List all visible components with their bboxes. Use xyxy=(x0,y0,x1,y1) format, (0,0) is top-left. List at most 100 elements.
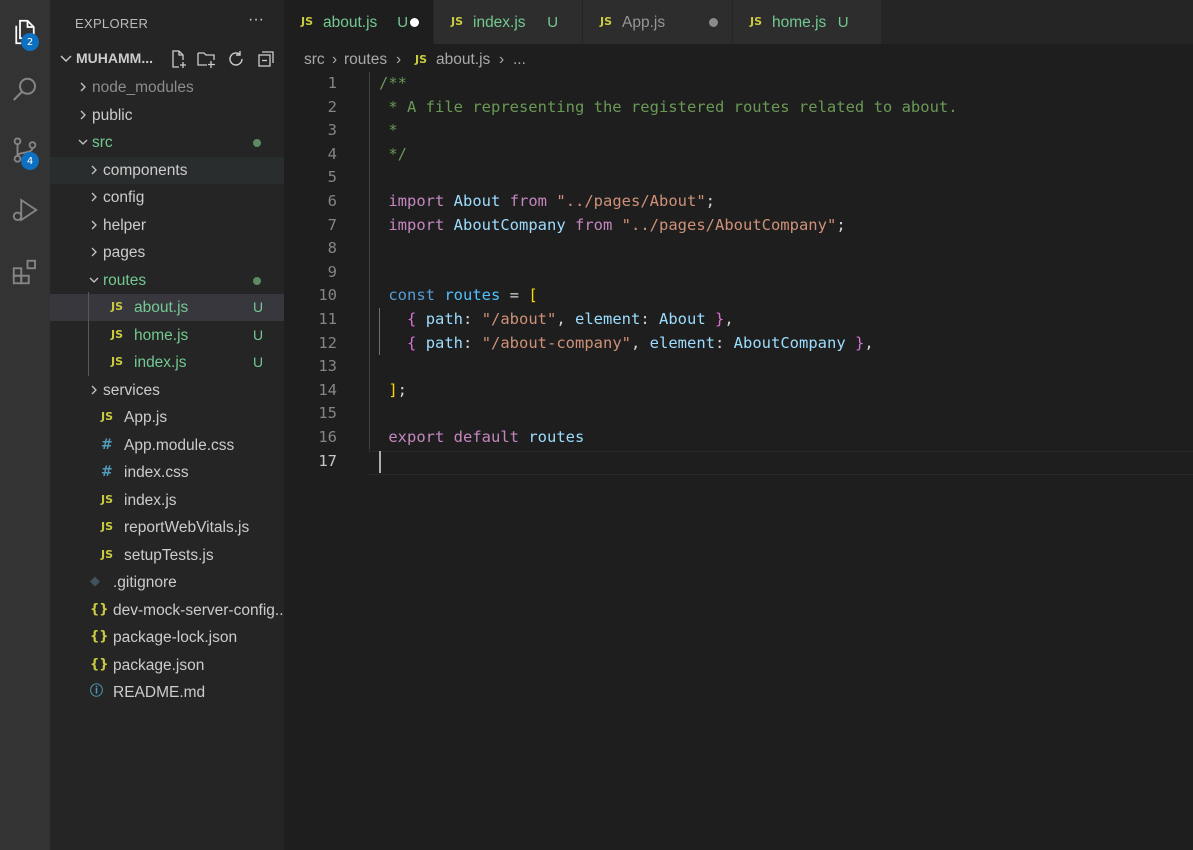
breadcrumb-routes[interactable]: routes xyxy=(344,51,387,69)
tree-item-label: index.css xyxy=(124,464,189,481)
code-line: import About from "../pages/About"; xyxy=(379,190,715,214)
js-file-icon: JS xyxy=(111,327,124,341)
code-editor[interactable]: 1 /** 2 * A file representing the register… xyxy=(284,72,1193,850)
more-actions-icon[interactable]: ··· xyxy=(246,10,266,30)
code-token: routes xyxy=(444,286,501,305)
tree-folder[interactable]: pages xyxy=(50,239,284,266)
code-token: ; xyxy=(836,215,846,234)
tree-file[interactable]: # App.module.css xyxy=(50,432,284,459)
js-file-icon: JS xyxy=(101,520,114,533)
editor-tab[interactable]: JS about.js U xyxy=(284,0,434,44)
code-token: AboutCompany xyxy=(453,215,566,234)
refresh-button[interactable] xyxy=(226,49,246,69)
collapse-all-button[interactable] xyxy=(256,49,276,69)
code-token: = xyxy=(500,286,529,305)
js-file-icon: JS xyxy=(101,410,114,423)
breadcrumb-separator: › xyxy=(332,51,338,68)
js-file-icon: JS xyxy=(451,15,464,28)
tab-label: home.js xyxy=(772,14,827,31)
new-file-button[interactable] xyxy=(168,49,188,69)
new-file-icon xyxy=(172,50,186,68)
tree-folder[interactable]: routes xyxy=(50,267,284,294)
tree-file[interactable]: JS App.js xyxy=(50,404,284,431)
code-token: * A file representing the registered rou… xyxy=(379,97,958,116)
tree-file[interactable]: JS home.js U xyxy=(50,322,284,349)
tree-file[interactable]: {} package-lock.json xyxy=(50,624,284,651)
breadcrumb-symbols[interactable]: ... xyxy=(513,51,526,69)
source-control-badge: 4 xyxy=(21,152,39,170)
indent-guide xyxy=(88,292,89,376)
code-token: , xyxy=(724,310,734,328)
tree-file[interactable]: ⓘ README.md xyxy=(50,679,284,706)
tree-item-label: .gitignore xyxy=(113,574,177,591)
code-token: [ xyxy=(528,286,538,305)
explorer-sidebar: EXPLORER ··· MUHAMM... node_modules publi… xyxy=(50,0,292,850)
tree-folder[interactable]: components xyxy=(50,156,284,184)
line-number: 4 xyxy=(327,144,337,163)
code-token: ; xyxy=(397,380,408,399)
unsaved-dot-icon[interactable] xyxy=(410,18,419,27)
project-root-row[interactable]: MUHAMM... xyxy=(50,46,284,72)
code-token: { xyxy=(407,333,417,352)
code-token: } xyxy=(855,333,865,352)
editor-tab[interactable]: JS index.js U xyxy=(434,0,583,44)
breadcrumb-file[interactable]: about.js xyxy=(436,51,490,69)
code-token: element xyxy=(575,310,641,328)
breadcrumb-src[interactable]: src xyxy=(304,51,325,69)
tree-file[interactable]: JS setupTests.js xyxy=(50,542,284,569)
extensions-activity-button[interactable] xyxy=(0,248,50,296)
tree-item-label: public xyxy=(92,106,133,124)
code-token: default xyxy=(453,428,519,446)
tree-item-label: App.module.css xyxy=(124,436,235,454)
vscode-window: 2 4 EXPLORER ··· MUHAMM... node_modules … xyxy=(0,0,1193,850)
editor-tab[interactable]: JS home.js U xyxy=(733,0,882,44)
tree-folder[interactable]: config xyxy=(50,184,284,211)
line-number: 2 xyxy=(327,97,337,116)
code-line: /** xyxy=(379,72,407,96)
line-number: 8 xyxy=(327,239,337,258)
refresh-icon xyxy=(229,51,243,66)
tree-file[interactable]: {} package.json xyxy=(50,652,284,679)
tree-item-label: reportWebVitals.js xyxy=(124,519,250,536)
tree-file[interactable]: ◆ .gitignore xyxy=(50,569,284,596)
json-file-icon: {} xyxy=(90,629,109,644)
git-status-badge: U xyxy=(397,14,409,31)
editor-tab[interactable]: JS App.js xyxy=(583,0,733,44)
js-file-icon: JS xyxy=(415,53,428,66)
code-line: { path: "/about-company", element: About… xyxy=(379,332,874,356)
tree-file[interactable]: JS index.js xyxy=(50,487,284,514)
chevron-down-icon xyxy=(60,55,72,62)
tree-item-label: home.js xyxy=(134,326,189,344)
tree-file[interactable]: {} dev-mock-server-config.... xyxy=(50,597,292,624)
tree-file[interactable]: JS about.js U xyxy=(50,294,284,321)
tree-folder[interactable]: src xyxy=(50,129,284,156)
line-number: 6 xyxy=(327,192,337,210)
unsaved-dot-icon[interactable] xyxy=(709,18,718,27)
tab-label: about.js xyxy=(323,14,378,31)
code-token: "/about-company" xyxy=(481,333,631,352)
code-token: ; xyxy=(705,192,716,210)
code-token: : xyxy=(640,310,660,328)
tree-item-label: package-lock.json xyxy=(113,629,238,646)
breadcrumb: src › routes › JS about.js › ... xyxy=(284,44,1193,74)
tree-folder[interactable]: node_modules xyxy=(50,74,284,101)
search-activity-button[interactable] xyxy=(0,66,50,114)
tree-folder[interactable]: helper xyxy=(50,212,284,239)
text-cursor xyxy=(379,450,381,473)
code-token: About xyxy=(453,192,501,210)
tree-file[interactable]: JS index.js U xyxy=(50,349,284,376)
code-token: "../pages/AboutCompany" xyxy=(621,215,837,234)
git-status-badge: U xyxy=(253,326,264,343)
new-folder-button[interactable] xyxy=(196,49,216,69)
tree-folder[interactable]: services xyxy=(50,377,284,404)
tree-file[interactable]: # index.css xyxy=(50,459,284,486)
chevron-right-icon xyxy=(80,110,86,119)
tree-file[interactable]: JS reportWebVitals.js xyxy=(50,514,284,541)
run-debug-activity-button[interactable] xyxy=(0,186,50,234)
json-file-icon: {} xyxy=(90,656,109,672)
tree-folder[interactable]: public xyxy=(50,102,284,129)
breadcrumb-separator: › xyxy=(396,51,402,68)
code-line: ]; xyxy=(379,379,407,403)
explorer-badge: 2 xyxy=(21,33,39,51)
